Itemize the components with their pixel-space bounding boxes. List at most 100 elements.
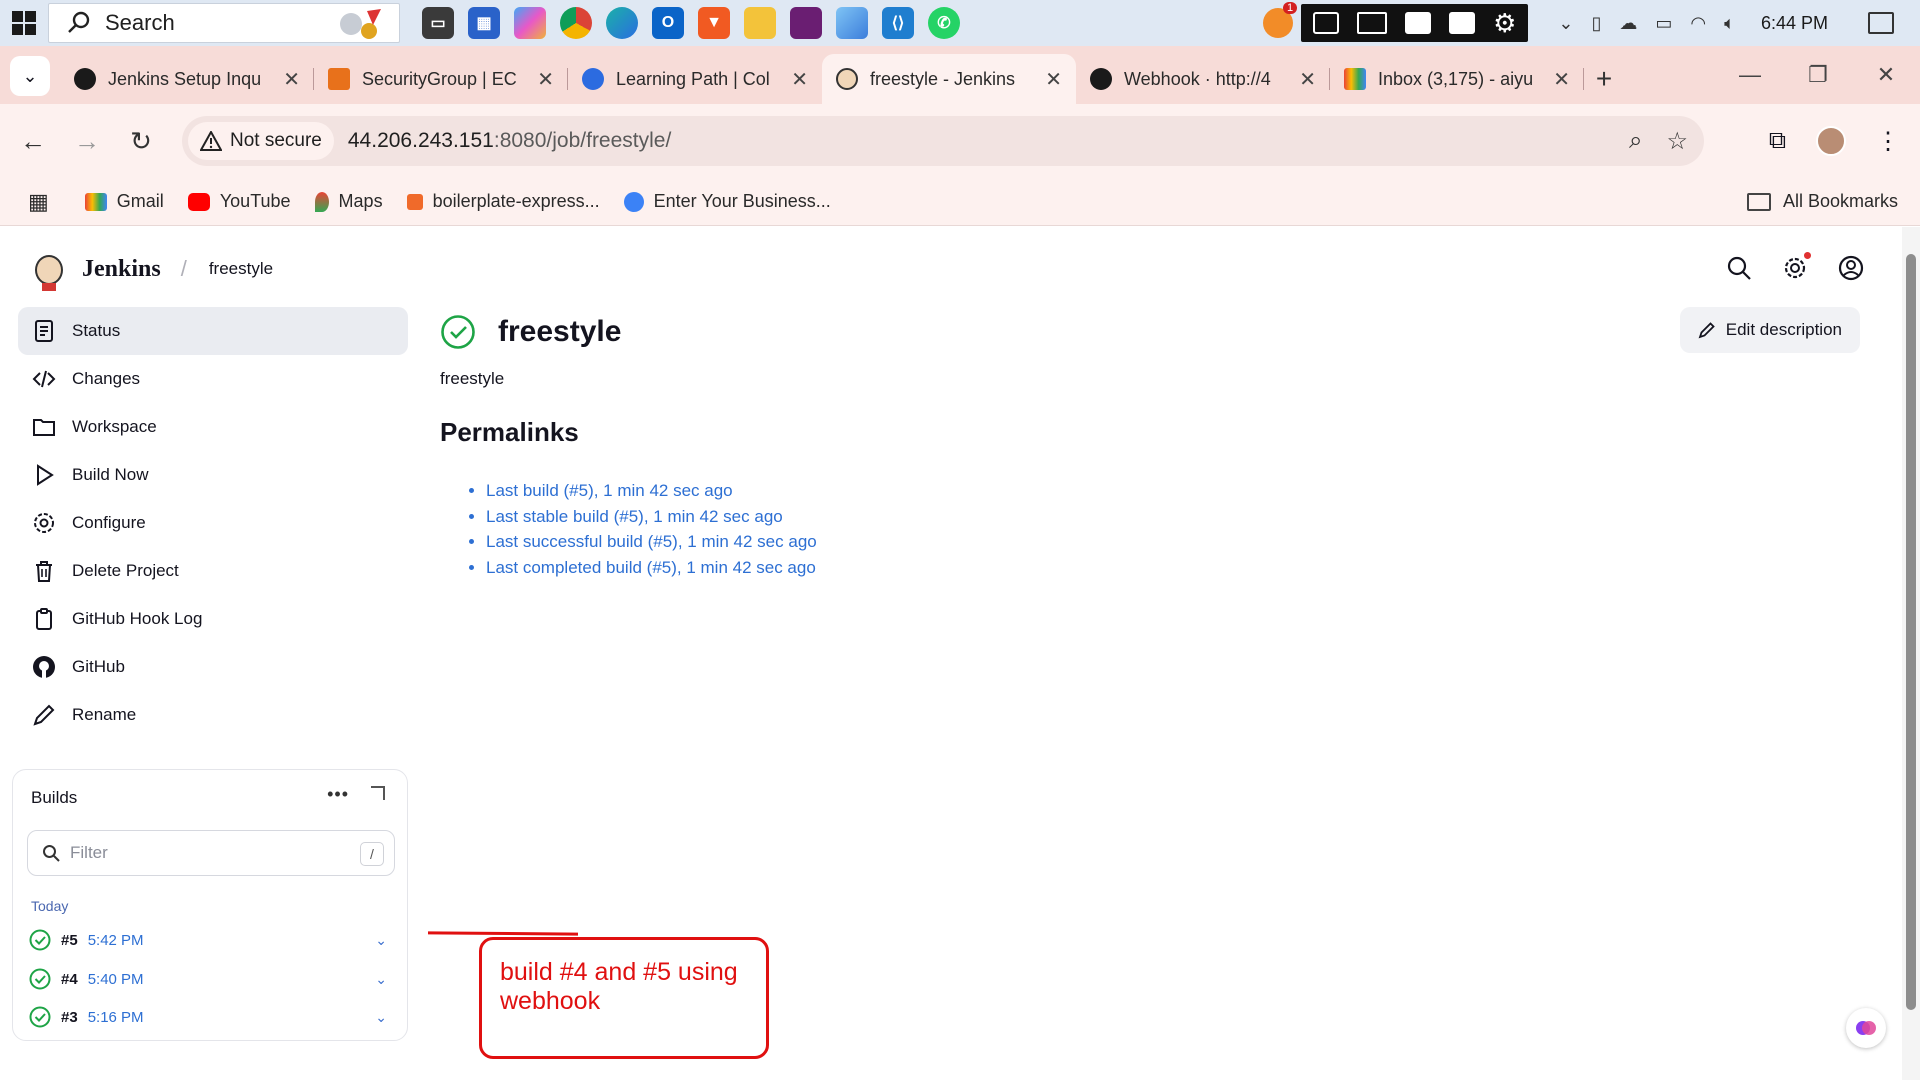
whatsapp-icon[interactable]: ✆ — [928, 7, 960, 39]
permalink-text[interactable]: Last completed build (#5), 1 min 42 sec … — [486, 558, 816, 577]
build-row-3[interactable]: #3 5:16 PM ⌄ — [29, 1002, 393, 1032]
close-icon[interactable]: ✕ — [1299, 67, 1316, 92]
build-row-4[interactable]: #4 5:40 PM ⌄ — [29, 964, 393, 994]
bookmark-gmail[interactable]: Gmail — [84, 191, 164, 212]
sidebar-item-build-now[interactable]: Build Now — [18, 451, 408, 499]
jenkins-logo-icon[interactable] — [30, 247, 68, 291]
all-bookmarks-button[interactable]: All Bookmarks — [1746, 191, 1898, 212]
jenkins-brand[interactable]: Jenkins — [82, 256, 161, 283]
more-options-icon[interactable]: ••• — [327, 784, 349, 805]
tab-learning-path[interactable]: Learning Path | Col ✕ — [568, 54, 822, 104]
close-icon[interactable]: ✕ — [791, 67, 808, 92]
vscode-remote-icon[interactable] — [790, 7, 822, 39]
url-text[interactable]: 44.206.243.151:8080/job/freestyle/ — [348, 129, 671, 153]
build-time[interactable]: 5:42 PM — [88, 932, 144, 949]
edge-icon[interactable] — [606, 7, 638, 39]
chevron-down-icon[interactable]: ⌄ — [375, 971, 387, 988]
taskbar-search-box[interactable]: Search — [48, 3, 400, 43]
permalink-text[interactable]: Last stable build (#5), 1 min 42 sec ago — [486, 507, 783, 526]
vscode-icon[interactable]: ⟨⟩ — [882, 7, 914, 39]
user-icon[interactable] — [1838, 255, 1864, 281]
close-window-button[interactable]: ✕ — [1852, 46, 1920, 104]
windows-start-button[interactable] — [0, 0, 48, 46]
task-view-icon[interactable]: ▭ — [422, 7, 454, 39]
builds-filter-input[interactable]: Filter / — [27, 830, 395, 876]
address-bar[interactable]: Not secure 44.206.243.151:8080/job/frees… — [182, 116, 1704, 166]
bookmark-star-icon[interactable]: ☆ — [1666, 127, 1688, 156]
power-automate-icon[interactable] — [836, 7, 868, 39]
new-tab-button[interactable]: + — [1584, 54, 1624, 104]
volume-icon[interactable]: 🔈︎ — [1724, 13, 1735, 34]
build-number[interactable]: #5 — [61, 932, 78, 949]
sidebar-item-workspace[interactable]: Workspace — [18, 403, 408, 451]
sidebar-item-changes[interactable]: Changes — [18, 355, 408, 403]
close-icon[interactable]: ✕ — [1553, 67, 1570, 92]
device-icon[interactable]: ▯ — [1592, 13, 1602, 34]
permalink-last-stable-build[interactable]: Last stable build (#5), 1 min 42 sec ago — [486, 504, 1860, 530]
extensions-icon[interactable]: ⧉ — [1769, 127, 1786, 155]
capture-settings-icon[interactable]: ⚙ — [1493, 8, 1516, 39]
chevron-down-icon[interactable]: ⌄ — [375, 1009, 387, 1026]
scrollbar-thumb[interactable] — [1906, 254, 1916, 1010]
forward-button[interactable]: → — [60, 114, 114, 168]
chevron-down-icon[interactable]: ⌄ — [375, 932, 387, 949]
back-button[interactable]: ← — [6, 114, 60, 168]
edit-description-button[interactable]: Edit description — [1679, 307, 1860, 353]
breadcrumb-job[interactable]: freestyle — [209, 259, 273, 279]
permalink-last-completed-build[interactable]: Last completed build (#5), 1 min 42 sec … — [486, 555, 1860, 581]
profile-avatar[interactable] — [1816, 126, 1846, 156]
bookmark-boilerplate[interactable]: boilerplate-express... — [406, 191, 600, 212]
restore-button[interactable]: ❐ — [1784, 46, 1852, 104]
close-icon[interactable]: ✕ — [1045, 67, 1062, 92]
expand-icon[interactable] — [371, 786, 385, 800]
bookmark-enter-business[interactable]: Enter Your Business... — [623, 191, 831, 212]
bookmark-maps[interactable]: Maps — [314, 191, 383, 212]
sidebar-item-status[interactable]: Status — [18, 307, 408, 355]
tab-webhook[interactable]: Webhook · http://4 ✕ — [1076, 54, 1330, 104]
kebab-menu-icon[interactable]: ⋮ — [1876, 127, 1900, 156]
video-icon[interactable] — [1405, 12, 1432, 34]
permalink-last-build[interactable]: Last build (#5), 1 min 42 sec ago — [486, 478, 1860, 504]
tab-securitygroup[interactable]: SecurityGroup | EC ✕ — [314, 54, 568, 104]
build-time[interactable]: 5:40 PM — [88, 971, 144, 988]
assistant-floating-button[interactable] — [1846, 1008, 1886, 1048]
sidebar-item-github[interactable]: GitHub — [18, 643, 408, 691]
cloud-icon[interactable]: ☁ — [1619, 13, 1637, 34]
tray-app-badge-icon[interactable]: 1 — [1263, 2, 1298, 38]
sidebar-item-delete-project[interactable]: Delete Project — [18, 547, 408, 595]
build-number[interactable]: #3 — [61, 1009, 78, 1026]
chevron-up-icon[interactable]: ⌄ — [1558, 13, 1573, 34]
chrome-icon[interactable] — [560, 7, 592, 39]
site-security-chip[interactable]: Not secure — [188, 122, 334, 160]
permalink-text[interactable]: Last build (#5), 1 min 42 sec ago — [486, 481, 733, 500]
close-icon[interactable]: ✕ — [283, 67, 300, 92]
screenshot-icon[interactable] — [1313, 12, 1340, 34]
tab-search-button[interactable]: ⌄ — [10, 56, 50, 96]
battery-icon[interactable]: ▭ — [1655, 13, 1672, 34]
wifi-icon[interactable]: ◠ — [1690, 13, 1706, 34]
permalink-text[interactable]: Last successful build (#5), 1 min 42 sec… — [486, 532, 817, 551]
build-row-5[interactable]: #5 5:42 PM ⌄ — [29, 925, 393, 955]
build-time[interactable]: 5:16 PM — [88, 1009, 144, 1026]
brave-icon[interactable]: ▼ — [698, 7, 730, 39]
reload-button[interactable]: ↻ — [114, 114, 168, 168]
sidebar-item-github-hook-log[interactable]: GitHub Hook Log — [18, 595, 408, 643]
camera-icon[interactable] — [1357, 12, 1388, 34]
sidebar-item-configure[interactable]: Configure — [18, 499, 408, 547]
outlook-icon[interactable]: O — [652, 7, 684, 39]
tab-jenkins-setup[interactable]: Jenkins Setup Inqu ✕ — [60, 54, 314, 104]
copilot-icon[interactable] — [514, 7, 546, 39]
minimize-button[interactable]: — — [1716, 46, 1784, 104]
window-capture-icon[interactable] — [1449, 12, 1476, 34]
notification-icon[interactable] — [1868, 12, 1894, 34]
build-number[interactable]: #4 — [61, 971, 78, 988]
file-explorer-icon[interactable] — [744, 7, 776, 39]
tab-freestyle-jenkins[interactable]: freestyle - Jenkins ✕ — [822, 54, 1076, 104]
search-icon[interactable] — [1726, 255, 1752, 281]
apps-grid-icon[interactable]: ▦ — [28, 189, 49, 215]
zoom-icon[interactable]: ⌕ — [1629, 127, 1642, 156]
manage-jenkins-button[interactable] — [1782, 252, 1811, 281]
tab-inbox[interactable]: Inbox (3,175) - aiyu ✕ — [1330, 54, 1584, 104]
permalink-last-successful-build[interactable]: Last successful build (#5), 1 min 42 sec… — [486, 529, 1860, 555]
taskbar-clock[interactable]: 6:44 PM — [1761, 13, 1828, 34]
